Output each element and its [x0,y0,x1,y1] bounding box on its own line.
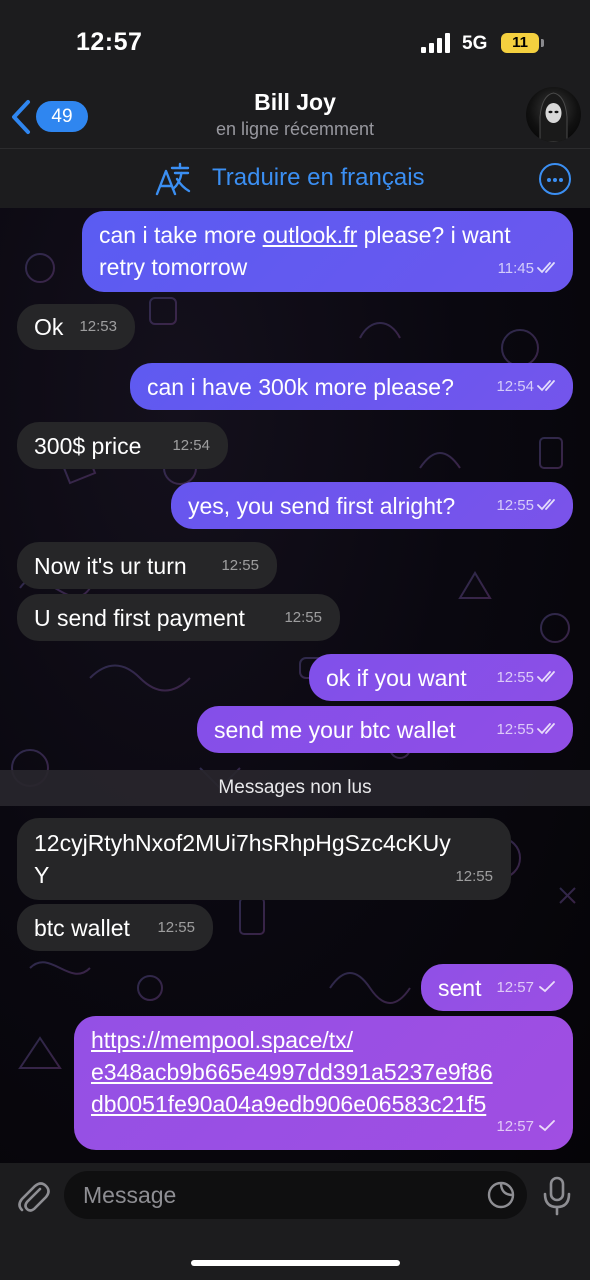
translate-icon [155,162,191,196]
translate-label[interactable]: Traduire en français [212,164,425,192]
signal-icon [421,33,450,53]
message-text: can i have 300k more please? [147,374,454,400]
chat-header: 49 Bill Joy en ligne récemment [0,86,590,148]
message-text: btc wallet [34,915,130,941]
message-placeholder: Message [83,1182,177,1208]
message-text: yes, you send first alright? [188,493,456,519]
read-receipt-icon [537,262,555,274]
message-time: 12:53 [79,318,117,335]
avatar[interactable] [526,87,581,142]
message-link[interactable]: outlook.fr [263,222,358,248]
attach-icon[interactable] [16,1179,50,1215]
message-bubble[interactable]: Now it's ur turn 12:55 [17,542,277,589]
message-input[interactable]: Message [64,1171,527,1219]
message-link[interactable]: https://mempool.space/tx/ [91,1027,353,1053]
status-time: 12:57 [76,28,143,56]
message-link[interactable]: e348acb9b665e4997dd391a5237e9f86 [91,1059,493,1085]
home-indicator [191,1260,400,1266]
sticker-icon[interactable] [487,1181,515,1209]
sent-check-icon [539,1120,555,1132]
message-text: sent [438,975,482,1001]
unread-divider: Messages non lus [0,770,590,806]
composer-bar: Message [0,1163,590,1280]
message-time: 12:57 [496,1118,534,1135]
message-text: 300$ price [34,433,142,459]
more-icon[interactable] [539,163,571,195]
message-time: 12:55 [284,609,322,626]
battery-indicator: 11 [501,33,544,53]
network-label: 5G [462,33,488,54]
message-bubble[interactable]: send me your btc wallet 12:55 [197,706,573,753]
message-time: 12:55 [496,721,534,738]
message-bubble[interactable]: sent 12:57 [421,964,573,1011]
message-text: ok if you want [326,665,467,691]
message-time: 12:55 [496,669,534,686]
message-text: send me your btc wallet [214,717,456,743]
message-bubble[interactable]: can i take more outlook.fr please? i wan… [82,211,573,292]
message-time: 12:55 [157,919,195,936]
message-time: 12:54 [496,378,534,395]
read-receipt-icon [537,671,555,683]
read-receipt-icon [537,723,555,735]
message-text: 12cyjRtyhNxof2MUi7hsRhpHgSzc4cKUy [34,830,451,856]
read-receipt-icon [537,499,555,511]
message-time: 12:57 [496,979,534,996]
message-time: 12:55 [221,557,259,574]
message-text: Now it's ur turn [34,553,187,579]
read-receipt-icon [537,380,555,392]
message-bubble[interactable]: Ok 12:53 [17,304,135,350]
avatar-image [539,92,568,142]
message-bubble[interactable]: can i have 300k more please? 12:54 [130,363,573,410]
message-text: Ok [34,314,64,340]
contact-status: en ligne récemment [215,119,375,139]
message-bubble[interactable]: 12cyjRtyhNxof2MUi7hsRhpHgSzc4cKUy Y 12:5… [17,818,511,900]
message-bubble[interactable]: U send first payment 12:55 [17,594,340,641]
message-bubble[interactable]: https://mempool.space/tx/ e348acb9b665e4… [74,1016,573,1150]
message-bubble[interactable]: yes, you send first alright? 12:55 [171,482,573,529]
contact-name[interactable]: Bill Joy [0,89,590,116]
message-text: Y [34,862,50,888]
message-time: 12:54 [172,437,210,454]
message-link[interactable]: db0051fe90a04a9edb906e06583c21f5 [91,1091,486,1117]
message-bubble[interactable]: ok if you want 12:55 [309,654,573,701]
message-time: 12:55 [455,868,493,885]
status-bar: 12:57 5G 11 [0,0,590,86]
message-time: 11:45 [497,260,534,277]
message-text: please? i want [357,222,511,248]
message-time: 12:55 [496,497,534,514]
message-bubble[interactable]: btc wallet 12:55 [17,904,213,951]
translate-bar[interactable]: Traduire en français [0,148,590,208]
message-text: U send first payment [34,605,245,631]
sent-check-icon [539,981,555,993]
message-text: can i take more [99,222,263,248]
mic-icon[interactable] [542,1176,572,1216]
message-bubble[interactable]: 300$ price 12:54 [17,422,228,469]
message-text: retry tomorrow [99,254,248,280]
